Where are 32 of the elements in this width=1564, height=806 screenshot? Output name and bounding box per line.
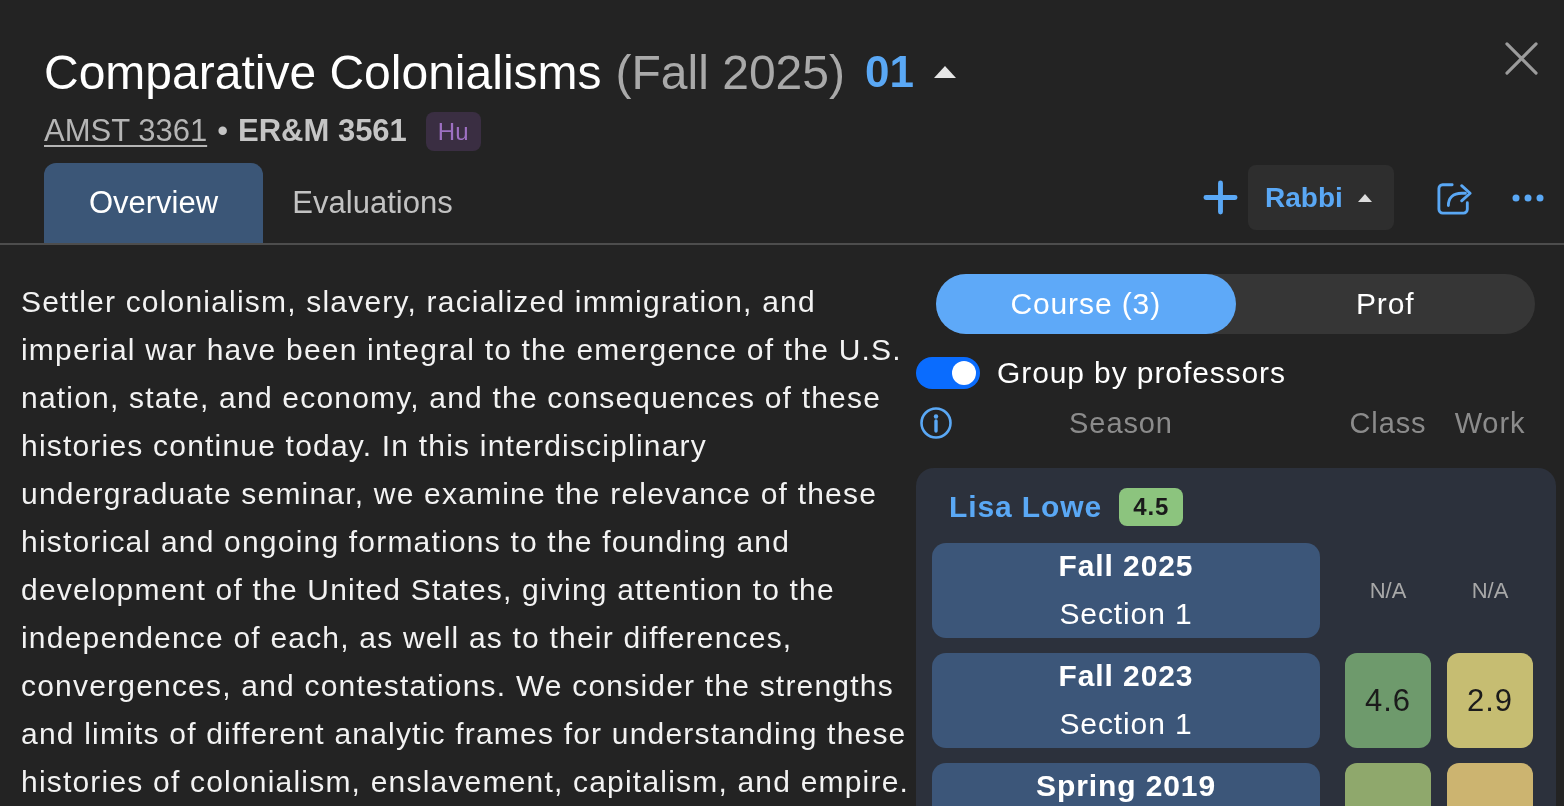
course-code: ER&M 3561: [238, 113, 407, 149]
column-header: Class: [1348, 406, 1428, 440]
rating-cell-text: N/A: [1368, 576, 1408, 605]
column-header: Season: [1068, 406, 1174, 440]
course-title: Comparative Colonialisms: [44, 44, 602, 100]
toggle-switch[interactable]: [916, 357, 980, 389]
caret-up-icon: [1357, 193, 1372, 202]
rating-cell-text: N/A: [1470, 576, 1510, 605]
close-icon[interactable]: [1505, 42, 1538, 75]
season-button[interactable]: Spring 2019: [932, 763, 1320, 806]
plus-icon[interactable]: [1203, 180, 1238, 215]
area-tag: Hu: [425, 111, 481, 151]
toggle-label: Group by professors: [997, 356, 1286, 390]
season-button[interactable]: Fall 2025 Section 1: [932, 543, 1320, 638]
worksheet-dropdown[interactable]: Rabbi: [1248, 165, 1394, 230]
info-icon[interactable]: [920, 407, 952, 439]
course-code-link[interactable]: AMST 3361: [44, 113, 208, 149]
segment-button[interactable]: Prof: [1235, 274, 1535, 334]
column-header: Work: [1453, 406, 1527, 440]
professor-name[interactable]: Lisa Lowe: [949, 490, 1103, 524]
rating-cell: 4.6: [1345, 653, 1431, 748]
caret-up-icon[interactable]: [933, 66, 956, 78]
more-icon[interactable]: [1512, 193, 1544, 202]
tab[interactable]: Evaluations: [263, 163, 482, 243]
season-button[interactable]: Fall 2023 Section 1: [932, 653, 1320, 748]
section-number: 01: [864, 47, 914, 97]
course-description: Settler colonialism, slavery, racialized immigration, and imperial war have been integral to the emergence of the U.S. nation, state, and economy, and the consequences of these histories continue today. In this interdisciplinary undergraduate seminar, we examine the relevance of these historical and ongoing formations to the founding and development of the United States, giving attention to the independence of each, as well as to their differences, convergences, and contestations. We consider the strengths and limits of different analytic frames for understanding these histories of colonialism, enslavement, capitalism, and empire.: [21, 284, 911, 800]
rating-badge: 4.5: [1119, 488, 1184, 526]
separator-dot: •: [217, 113, 228, 149]
term-label: (Fall 2025): [615, 44, 845, 100]
tab[interactable]: Overview: [44, 163, 263, 243]
rating-cell: 2.9: [1447, 653, 1533, 748]
